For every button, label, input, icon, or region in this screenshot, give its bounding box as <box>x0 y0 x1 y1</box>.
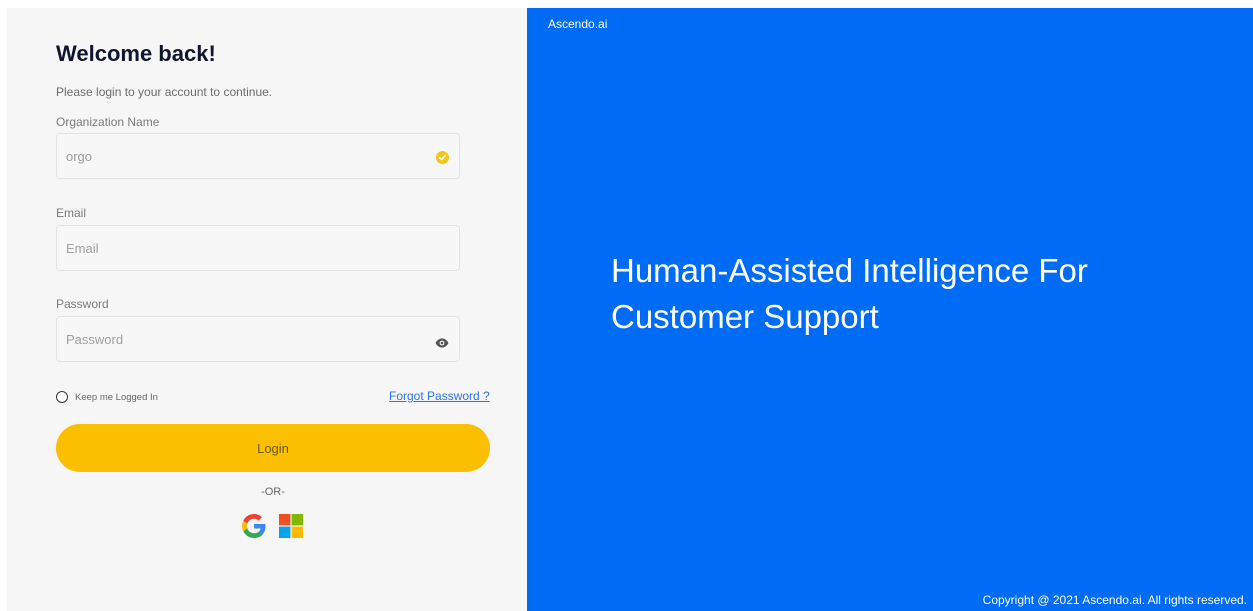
hero-headline: Human-Assisted Intelligence For Customer… <box>611 252 1088 335</box>
login-button[interactable]: Login <box>56 424 490 472</box>
organization-input[interactable] <box>57 134 459 178</box>
hero-panel: Ascendo.ai Human-Assisted Intelligence F… <box>527 8 1253 611</box>
login-panel: Welcome back! Please login to your accou… <box>7 8 527 611</box>
organization-label: Organization Name <box>56 115 160 129</box>
login-subtitle: Please login to your account to continue… <box>56 85 273 99</box>
password-label: Password <box>56 297 109 311</box>
check-circle-icon <box>436 151 449 164</box>
eye-icon[interactable] <box>435 335 449 348</box>
password-input[interactable] <box>57 317 459 361</box>
brand-name: Ascendo.ai <box>548 17 608 31</box>
remember-me-radio[interactable] <box>56 391 68 403</box>
page-title: Welcome back! <box>56 41 216 66</box>
copyright-text: Copyright @ 2021 Ascendo.ai. All rights … <box>982 593 1247 607</box>
remember-me[interactable]: Keep me Logged In <box>56 391 158 403</box>
or-divider: -OR- <box>261 486 285 498</box>
microsoft-icon[interactable] <box>279 514 303 538</box>
forgot-password-link[interactable]: Forgot Password ? <box>389 389 490 403</box>
email-label: Email <box>56 206 87 220</box>
email-input[interactable] <box>57 226 459 270</box>
remember-me-label: Keep me Logged In <box>75 391 158 403</box>
organization-field-wrapper <box>56 133 460 179</box>
google-icon[interactable] <box>242 514 266 538</box>
password-field-wrapper <box>56 316 460 362</box>
email-field-wrapper <box>56 225 460 271</box>
